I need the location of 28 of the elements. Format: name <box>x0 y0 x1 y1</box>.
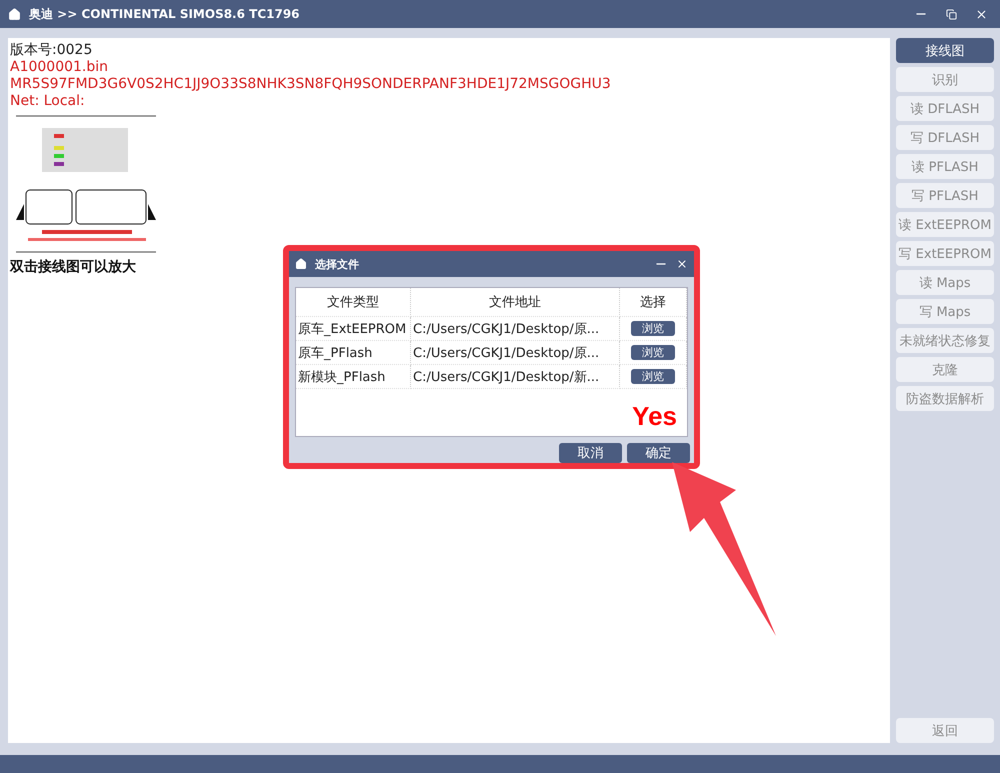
confirm-button[interactable]: 确定 <box>627 443 690 463</box>
browse-button[interactable]: 浏览 <box>631 321 675 336</box>
cancel-button[interactable]: 取消 <box>559 443 622 463</box>
close-button[interactable] <box>676 258 688 270</box>
annotation-text: Yes <box>632 401 677 432</box>
table-cell: 新模块_PFlash <box>296 364 410 388</box>
info-line: A1000001.bin <box>10 59 108 76</box>
browse-button[interactable]: 浏览 <box>631 369 675 384</box>
restore-icon[interactable] <box>946 8 956 20</box>
table-cell: C:/Users/CGKJ1/Desktop/原... <box>410 316 620 340</box>
dialog-title: 选择文件 <box>315 256 360 272</box>
table-cell: C:/Users/CGKJ1/Desktop/原... <box>410 340 620 364</box>
info-line: MR5S97FMD3G6V0S2HC1JJ9O33S8NHK3SN8FQH9SONDERPANF3HDE1J72MSGOGHU3 <box>10 76 611 93</box>
column-header: 文件类型 <box>296 288 410 316</box>
home-icon <box>295 258 307 270</box>
column-header: 文件地址 <box>410 288 620 316</box>
table-cell: 原车_ExtEEPROM <box>296 316 410 340</box>
column-header: 选择 <box>620 288 686 316</box>
zoom-hint: 双击接线图可以放大 <box>10 258 136 276</box>
close-icon[interactable] <box>974 8 988 20</box>
info-line: Net: Local: <box>10 93 85 110</box>
sidebar-button[interactable]: 接线图 <box>896 38 994 63</box>
home-icon <box>8 8 21 20</box>
version-label: 版本号:0025 <box>10 42 92 59</box>
browse-button[interactable]: 浏览 <box>631 345 675 360</box>
table-cell: C:/Users/CGKJ1/Desktop/新... <box>410 364 620 388</box>
table-cell: 原车_PFlash <box>296 340 410 364</box>
window-title: 奥迪 >> CONTINENTAL SIMOS8.6 TC1796 <box>29 6 301 22</box>
